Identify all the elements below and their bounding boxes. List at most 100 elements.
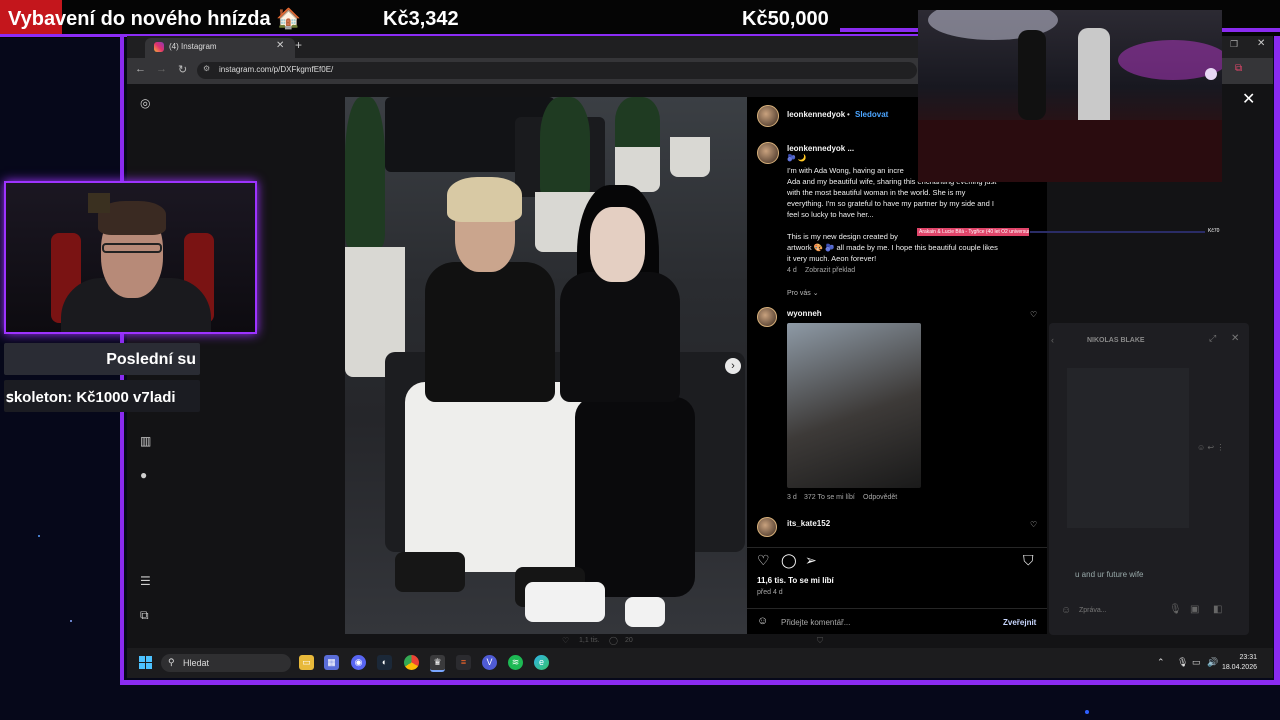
publish-button[interactable]: Zveřejnit xyxy=(1003,618,1036,627)
close-icon[interactable]: ✕ xyxy=(276,40,284,51)
expand-icon[interactable]: ⤢ xyxy=(1209,333,1216,344)
close-icon[interactable]: ✕ xyxy=(1242,89,1255,109)
restore-icon[interactable]: ❐ xyxy=(1230,39,1238,50)
taskbar-search[interactable]: ⚲ Hledat xyxy=(161,654,291,672)
for-you-filter[interactable]: Pro vás ⌄ xyxy=(787,289,819,297)
spotify-icon[interactable]: ≋ xyxy=(508,655,523,670)
mini-alert-amount: Kč70 xyxy=(1208,228,1220,234)
menu-icon[interactable]: ☰ xyxy=(140,574,151,588)
caption-username[interactable]: leonkennedyok ... xyxy=(787,144,854,153)
network-icon[interactable]: ▭ xyxy=(1192,657,1201,668)
streamer-webcam xyxy=(4,181,257,334)
mic-icon[interactable]: 🎙 xyxy=(1169,604,1182,615)
stage-floor xyxy=(918,120,1222,182)
microphone-icon[interactable]: 🎙 xyxy=(1177,657,1188,668)
goal-current-amount: Kč3,342 xyxy=(383,8,459,30)
windows-start-icon[interactable] xyxy=(139,656,153,670)
task-manager-icon[interactable]: ▦ xyxy=(324,655,339,670)
follow-button[interactable]: Sledovat xyxy=(855,110,888,119)
planter-far-right xyxy=(670,137,710,177)
last-sub-label: Poslední su xyxy=(106,351,196,368)
discord-icon[interactable]: ◉ xyxy=(351,655,366,670)
feed-comment-count: 20 xyxy=(625,637,633,644)
comment-like-icon[interactable]: ♡ xyxy=(1030,520,1037,529)
mini-alert: Arakain & Lucie Bílá - Tygřice (40 let O… xyxy=(917,228,1029,236)
reload-icon[interactable]: ↻ xyxy=(178,63,187,76)
comment-like-icon[interactable]: ♡ xyxy=(1030,310,1037,319)
comment-username[interactable]: its_kate152 xyxy=(787,519,830,528)
dot-separator: • xyxy=(847,110,850,119)
likes-count[interactable]: 11,6 tis. To se mi líbí xyxy=(757,576,834,585)
emoji-icon[interactable]: ☺ xyxy=(757,615,768,627)
for-you-label: Pro vás xyxy=(787,290,811,297)
comment-username[interactable]: wyonneh xyxy=(787,309,822,318)
goal-title: Vybavení do nového hnízda 🏠 xyxy=(8,8,302,30)
author-username[interactable]: leonkennedyok xyxy=(787,110,845,119)
tab-instagram[interactable]: (4) Instagram ✕ xyxy=(145,38,295,58)
window-close-icon[interactable]: ✕ xyxy=(1257,38,1265,49)
image-icon[interactable]: ▣ xyxy=(1190,604,1199,615)
comment-likes[interactable]: 372 To se mi líbí xyxy=(804,494,855,501)
chat-input[interactable]: Zpráva... xyxy=(1079,607,1107,614)
bookmark-icon[interactable]: ⛉ xyxy=(1023,552,1034,569)
next-photo-button[interactable]: › xyxy=(725,358,741,374)
caption-emojis: 🫐 🌙 xyxy=(787,155,807,162)
feed-bookmark-icon[interactable]: ⛉ xyxy=(817,636,823,646)
streamlabs-icon[interactable]: ♛ xyxy=(430,655,445,672)
post-photo[interactable]: › xyxy=(345,97,747,634)
file-explorer-icon[interactable]: ▭ xyxy=(299,655,314,670)
tray-chevron-icon[interactable]: ⌃ xyxy=(1157,657,1165,668)
share-icon[interactable]: ➢ xyxy=(805,552,817,569)
author-avatar[interactable] xyxy=(757,105,779,127)
commenter-avatar[interactable] xyxy=(757,517,777,537)
woman-black-shirt xyxy=(560,272,680,402)
frame-bottom xyxy=(120,680,1280,685)
profile-avatar-icon[interactable]: ● xyxy=(140,468,147,482)
man-white-jeans xyxy=(405,382,585,572)
url-text: instagram.com/p/DXFkgmfEf0E/ xyxy=(219,65,334,74)
clock-date: 18.04.2026 xyxy=(1221,664,1257,671)
caption-line: with the most beautiful woman in the wor… xyxy=(787,188,966,197)
comment-icon[interactable]: ◯ xyxy=(781,552,797,569)
site-info-icon[interactable]: ⚙ xyxy=(203,64,210,73)
edge-icon[interactable]: e xyxy=(534,655,549,670)
forward-icon[interactable]: → xyxy=(156,63,167,75)
chat-shared-image[interactable] xyxy=(1067,368,1189,528)
react-icon[interactable]: ☺ ↩ ⋮ xyxy=(1197,443,1224,452)
feed-like-count: 1,1 tis. xyxy=(579,637,600,644)
feed-heart-icon[interactable]: ♡ xyxy=(562,636,569,645)
star-dot xyxy=(70,620,72,622)
new-tab-button[interactable]: + xyxy=(295,38,302,52)
taskbar-search-label: Hledat xyxy=(183,658,210,668)
comment-image[interactable] xyxy=(787,323,921,488)
extension-icon[interactable]: ⧉ xyxy=(1235,63,1242,74)
also-from-meta-icon[interactable]: ⧉ xyxy=(140,608,149,623)
sticker-icon[interactable]: ◧ xyxy=(1213,604,1222,615)
translate-link[interactable]: Zobrazit překlad xyxy=(805,267,855,274)
comment-reply[interactable]: Odpovědět xyxy=(863,494,897,501)
vpn-icon[interactable]: V xyxy=(482,655,497,670)
url-field[interactable]: ⚙ instagram.com/p/DXFkgmfEf0E/ xyxy=(197,62,917,79)
taskbar-clock[interactable]: 23:31 18.04.2026 xyxy=(1217,653,1257,673)
back-icon[interactable]: ← xyxy=(135,63,146,75)
overlay-badge-icon xyxy=(1205,68,1217,80)
feed-comment-icon[interactable]: ◯ xyxy=(609,636,618,645)
app-icon[interactable]: ≡ xyxy=(456,655,471,670)
comment-input[interactable]: Přidejte komentář... xyxy=(781,618,850,627)
last-sub-ticker: Poslední su xyxy=(4,343,200,375)
commenter-avatar[interactable] xyxy=(757,307,777,327)
donation-ticker: ꜱkoleton: Kč1000 v7ladi xyxy=(4,380,200,412)
comment-composer: ☺ Přidejte komentář... Zveřejnit xyxy=(747,608,1047,636)
caption-avatar[interactable] xyxy=(757,142,779,164)
search-icon: ⚲ xyxy=(168,657,175,667)
steam-icon[interactable]: ◐ xyxy=(377,655,392,670)
man-black-shirt xyxy=(425,262,555,402)
wall-photo xyxy=(88,193,110,213)
chevron-left-icon[interactable]: ‹ xyxy=(1051,335,1054,345)
instagram-logo-icon[interactable]: ◎ xyxy=(140,96,150,110)
insights-icon[interactable]: ▥ xyxy=(140,434,151,448)
close-icon[interactable]: ✕ xyxy=(1231,333,1239,344)
chrome-icon[interactable] xyxy=(404,655,419,670)
emoji-icon[interactable]: ☺ xyxy=(1061,605,1071,616)
heart-icon[interactable]: ♡ xyxy=(757,552,770,569)
